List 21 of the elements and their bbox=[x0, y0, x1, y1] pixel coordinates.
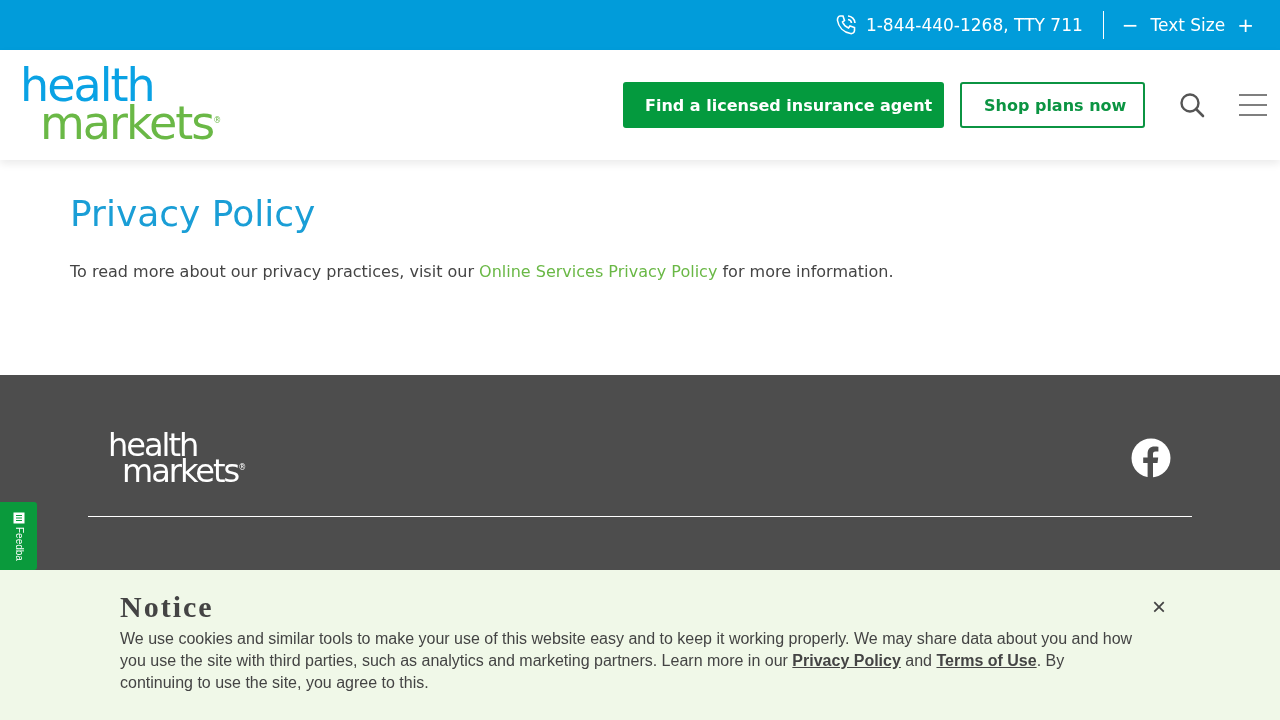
logo[interactable]: health markets$^{®}$ bbox=[108, 432, 247, 485]
terms-of-use-link[interactable]: Terms of Use bbox=[936, 652, 1037, 669]
logo[interactable]: health markets$^{®}$ bbox=[20, 67, 222, 143]
list-icon bbox=[12, 512, 25, 524]
text-size-label: Text Size bbox=[1150, 15, 1226, 35]
notice-title: Notice bbox=[120, 590, 214, 624]
notice-text: We use cookies and similar tools to make your use of this website easy and to keep it working properly. We may share data about you and how you use the site with third parties, such as analytics and marketing partners. Learn more in our Privacy Policy and Terms of Use. By continuing to use the site, you agree to this. bbox=[120, 629, 1134, 693]
privacy-policy-link[interactable]: Online Services Privacy Policy bbox=[479, 262, 718, 281]
page-title: Privacy Policy bbox=[70, 192, 317, 236]
shop-plans-button[interactable]: Shop plans now bbox=[960, 82, 1145, 128]
privacy-policy-link[interactable]: Privacy Policy bbox=[792, 652, 901, 669]
increase-text-size-button[interactable]: + bbox=[1233, 13, 1258, 37]
find-agent-button[interactable]: Find a licensed insurance agent bbox=[623, 82, 944, 128]
facebook-icon[interactable] bbox=[1131, 438, 1171, 479]
menu-icon[interactable] bbox=[1239, 93, 1267, 117]
feedback-tab[interactable]: Feedba bbox=[0, 502, 37, 570]
close-button[interactable]: × bbox=[1148, 595, 1170, 619]
search-icon[interactable] bbox=[1179, 92, 1205, 118]
phone-link[interactable]: 1-844-440-1268, TTY 711 bbox=[865, 15, 1083, 35]
decrease-text-size-button[interactable]: − bbox=[1117, 13, 1143, 37]
body-paragraph: To read more about our privacy practices, visit our Online Services Privacy Policy for more information. bbox=[70, 262, 895, 281]
